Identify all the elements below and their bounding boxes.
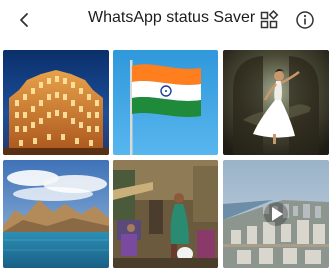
back-arrow-icon <box>20 13 28 27</box>
top-app-bar: WhatsApp status Saver <box>0 0 333 40</box>
status-thumbnail-market[interactable] <box>113 160 218 268</box>
back-button[interactable] <box>12 7 38 33</box>
info-button[interactable] <box>292 7 318 33</box>
info-icon <box>296 11 314 29</box>
mountain-image <box>3 160 109 268</box>
status-thumbnail-dancer[interactable] <box>223 50 329 155</box>
status-thumbnail-flag[interactable] <box>113 50 218 155</box>
market-image <box>113 160 218 268</box>
dancer-image <box>223 50 329 155</box>
palace-image <box>3 50 109 155</box>
status-thumbnail-mountains[interactable] <box>3 160 109 268</box>
grid-view-button[interactable] <box>256 7 282 33</box>
status-thumbnail-palace[interactable] <box>3 50 109 155</box>
status-thumbnail-city-video[interactable] <box>223 160 329 268</box>
city-image <box>223 160 329 268</box>
grid-view-icon <box>260 10 279 29</box>
page-title: WhatsApp status Saver <box>88 9 256 26</box>
flag-image <box>113 50 218 155</box>
